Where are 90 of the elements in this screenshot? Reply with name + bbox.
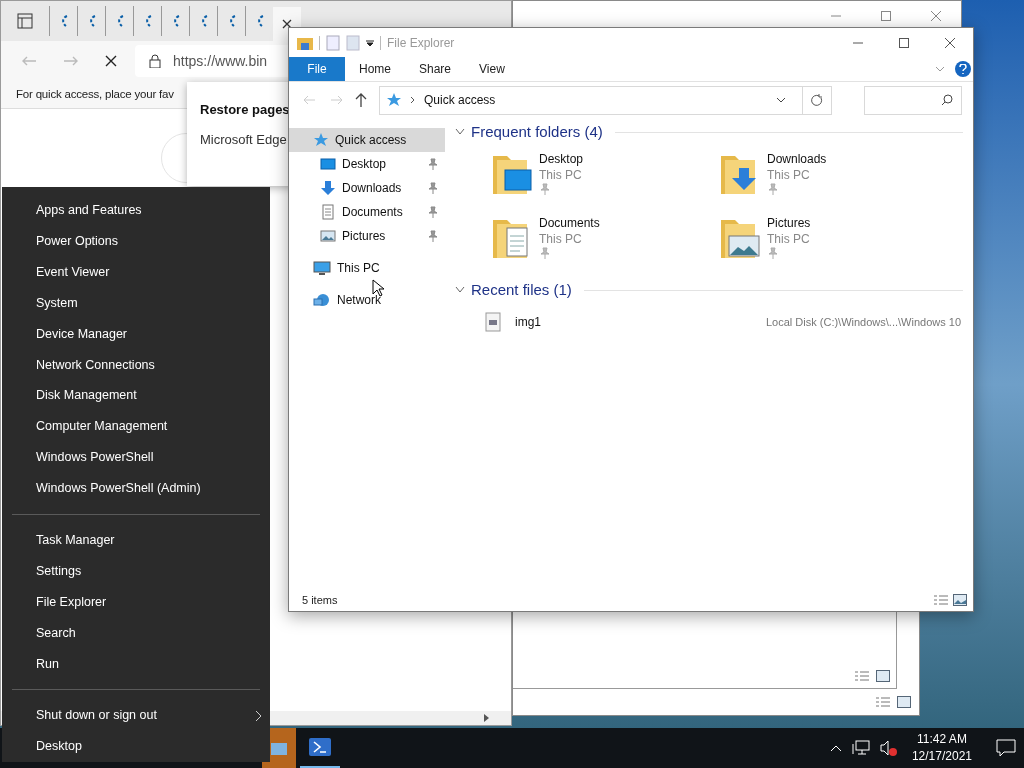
menu-item[interactable]: Event Viewer [2,256,270,288]
address-bar[interactable]: Quick access [379,85,833,115]
details-view-icon [854,670,870,682]
close-icon [931,11,941,21]
navigation-item[interactable]: Quick access [289,128,445,152]
dialog-title: Restore pages [200,101,291,119]
maximize-icon [899,37,909,48]
menu-item[interactable]: Desktop [2,731,270,763]
navigation-item[interactable]: Downloads [289,176,445,200]
navigation-item[interactable]: Pictures [289,224,445,248]
menu-item[interactable]: Windows PowerShell [2,442,270,473]
back-arrow-icon [21,55,37,67]
stop-icon [105,55,117,67]
forward-arrow-icon [63,55,79,67]
computer-icon [313,260,331,276]
breadcrumb-chevron-icon [410,96,416,104]
navigation-item[interactable]: Desktop [289,152,445,176]
star-icon [313,132,329,148]
menu-item[interactable]: File Explorer [2,586,270,618]
lock-icon [149,54,161,68]
navigation-item[interactable]: Documents [289,200,445,224]
close-icon [282,19,292,29]
question-icon [959,64,967,74]
ribbon-tab[interactable]: File [289,57,345,81]
large-icons-view-icon [897,696,911,708]
search-field[interactable] [864,85,962,115]
folder-tile[interactable]: Desktop This PC [489,150,717,198]
navigation-item[interactable]: This PC [289,256,445,280]
up-arrow-icon [355,93,367,107]
maximize-icon [881,11,891,21]
picture-icon [320,228,336,244]
search-icon [941,94,953,106]
forward-arrow-icon [331,95,343,105]
scroll-right-icon [483,714,489,722]
expand-ribbon-icon [935,66,945,72]
document-icon [320,204,336,220]
menu-item[interactable]: Disk Management [2,380,270,412]
group-header[interactable]: Frequent folders (4) [471,120,603,144]
folder-icon [271,741,287,755]
file-path: Local Disk (C:)\Windows\...\Windows 10 [766,314,961,330]
large-icons-view-icon [953,594,967,606]
menu-item[interactable]: Windows PowerShell (Admin) [2,473,270,504]
folder-tile[interactable]: Pictures This PC [717,214,945,262]
window-title: File Explorer [387,34,456,52]
ribbon-tab[interactable]: Home [345,57,405,81]
details-view-icon [933,594,949,606]
down-arrow-icon [320,180,336,196]
terminal-icon [309,738,331,756]
dropdown-icon [366,38,374,47]
group-header[interactable]: Recent files (1) [471,278,572,302]
tab-actions-icon [17,13,33,29]
favorites-bar-hint: For quick access, place your fav [16,86,174,102]
network-icon [313,292,331,308]
ribbon-tab[interactable]: Share [405,57,466,81]
star-icon [386,92,402,108]
close-icon [945,37,955,48]
menu-item[interactable]: Computer Management [2,411,270,443]
dropdown-chevron-icon [776,97,787,103]
refresh-icon [811,94,824,106]
clock-time[interactable]: 11:42 AM [917,731,967,748]
folder-tile[interactable]: Downloads This PC [717,150,945,198]
large-icons-view-icon [876,670,890,682]
menu-item[interactable]: Shut down or sign out [2,700,270,732]
mouse-cursor-icon [372,279,384,297]
speaker-muted-icon [879,740,898,756]
details-view-icon [875,696,891,708]
recent-file-row[interactable]: img1 Local Disk (C:)\Windows\...\Windows 10 [455,308,963,336]
menu-item[interactable]: Run [2,648,270,680]
menu-item[interactable]: System [2,287,270,319]
menu-item[interactable]: Power Options [2,225,270,257]
menu-item[interactable]: Device Manager [2,318,270,350]
navigation-item[interactable]: Network [289,288,445,312]
network-icon [851,740,870,756]
menu-item[interactable]: Network Connections [2,349,270,381]
menu-item[interactable]: Search [2,617,270,649]
back-arrow-icon [303,95,315,105]
clock-date[interactable]: 12/17/2021 [911,748,972,765]
menu-item[interactable]: Settings [2,555,270,587]
folder-tile[interactable]: Documents This PC [489,214,717,262]
help-button[interactable] [955,61,971,77]
chevron-up-icon [829,744,842,752]
image-file-icon [485,312,501,332]
dialog-message: Microsoft Edge [200,130,288,149]
menu-item[interactable]: Apps and Features [2,195,270,226]
ribbon-tab[interactable]: View [465,57,519,81]
menu-item[interactable]: Task Manager [2,524,270,556]
url-text: https://www.bin [173,51,268,71]
status-bar-text: 5 items [302,592,339,608]
monitor-icon [320,156,336,172]
notifications-icon [996,739,1016,757]
